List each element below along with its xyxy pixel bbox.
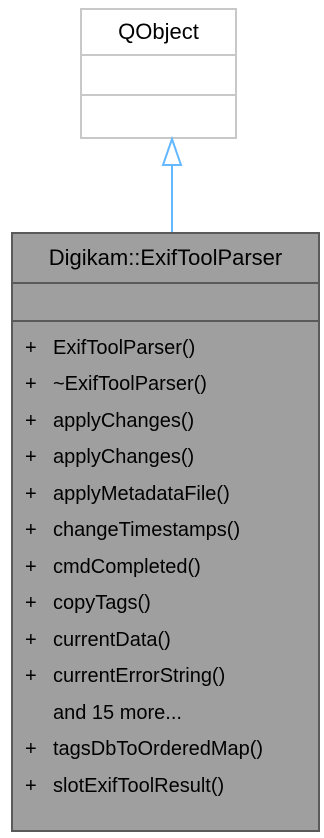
operation-name: currentData() <box>53 628 171 651</box>
operation-name: ExifToolParser() <box>53 336 196 359</box>
operation-row: + applyChanges() <box>25 440 318 477</box>
visibility-marker: + <box>25 336 37 359</box>
visibility-marker: + <box>25 628 37 651</box>
operation-name: applyChanges() <box>53 409 195 432</box>
visibility-marker: + <box>25 665 37 688</box>
operation-name: and 15 more... <box>53 701 182 724</box>
operation-name: cmdCompleted() <box>53 555 201 578</box>
inheritance-arrow <box>161 135 183 232</box>
exiftoolparser-class-name: Digikam::ExifToolParser <box>13 234 318 284</box>
qobject-class-box[interactable]: QObject <box>80 8 237 139</box>
operation-name: applyMetadataFile() <box>53 482 230 505</box>
qobject-class-name: QObject <box>82 10 235 56</box>
visibility-marker: + <box>25 409 37 432</box>
operation-row: + changeTimestamps() <box>25 513 318 550</box>
operation-name: changeTimestamps() <box>53 519 241 542</box>
operation-row: + copyTags() <box>25 586 318 623</box>
operation-row: + cmdCompleted() <box>25 549 318 586</box>
visibility-marker: + <box>25 519 37 542</box>
more-operations-note: and 15 more... <box>25 695 318 732</box>
operation-row: + applyMetadataFile() <box>25 476 318 513</box>
operation-name: slotExifToolResult() <box>53 774 225 797</box>
operation-name: ~ExifToolParser() <box>53 373 207 396</box>
operation-row: + ExifToolParser() <box>25 330 318 367</box>
operation-row: + slotExifToolResult() <box>25 768 318 805</box>
operation-row: + currentData() <box>25 622 318 659</box>
visibility-marker: + <box>25 373 37 396</box>
visibility-marker: + <box>25 738 37 761</box>
operation-row: + applyChanges() <box>25 403 318 440</box>
operation-name: currentErrorString() <box>53 665 226 688</box>
visibility-marker: + <box>25 774 37 797</box>
qobject-attributes-section <box>82 56 235 96</box>
operation-row: + currentErrorString() <box>25 659 318 696</box>
operation-name: applyChanges() <box>53 446 195 469</box>
operation-name: tagsDbToOrderedMap() <box>53 738 264 761</box>
visibility-marker: + <box>25 592 37 615</box>
exiftoolparser-class-box[interactable]: Digikam::ExifToolParser + ExifToolParser… <box>11 232 320 832</box>
operation-row: + tagsDbToOrderedMap() <box>25 732 318 769</box>
exiftoolparser-attributes-section <box>13 284 318 322</box>
inheritance-arrow-head <box>161 135 183 166</box>
operation-row: + ~ExifToolParser() <box>25 367 318 404</box>
visibility-marker: + <box>25 482 37 505</box>
exiftoolparser-operations-section: + ExifToolParser() + ~ExifToolParser() +… <box>13 322 318 805</box>
visibility-marker: + <box>25 446 37 469</box>
operation-name: copyTags() <box>53 592 151 615</box>
visibility-marker: + <box>25 555 37 578</box>
qobject-operations-section <box>82 96 235 136</box>
